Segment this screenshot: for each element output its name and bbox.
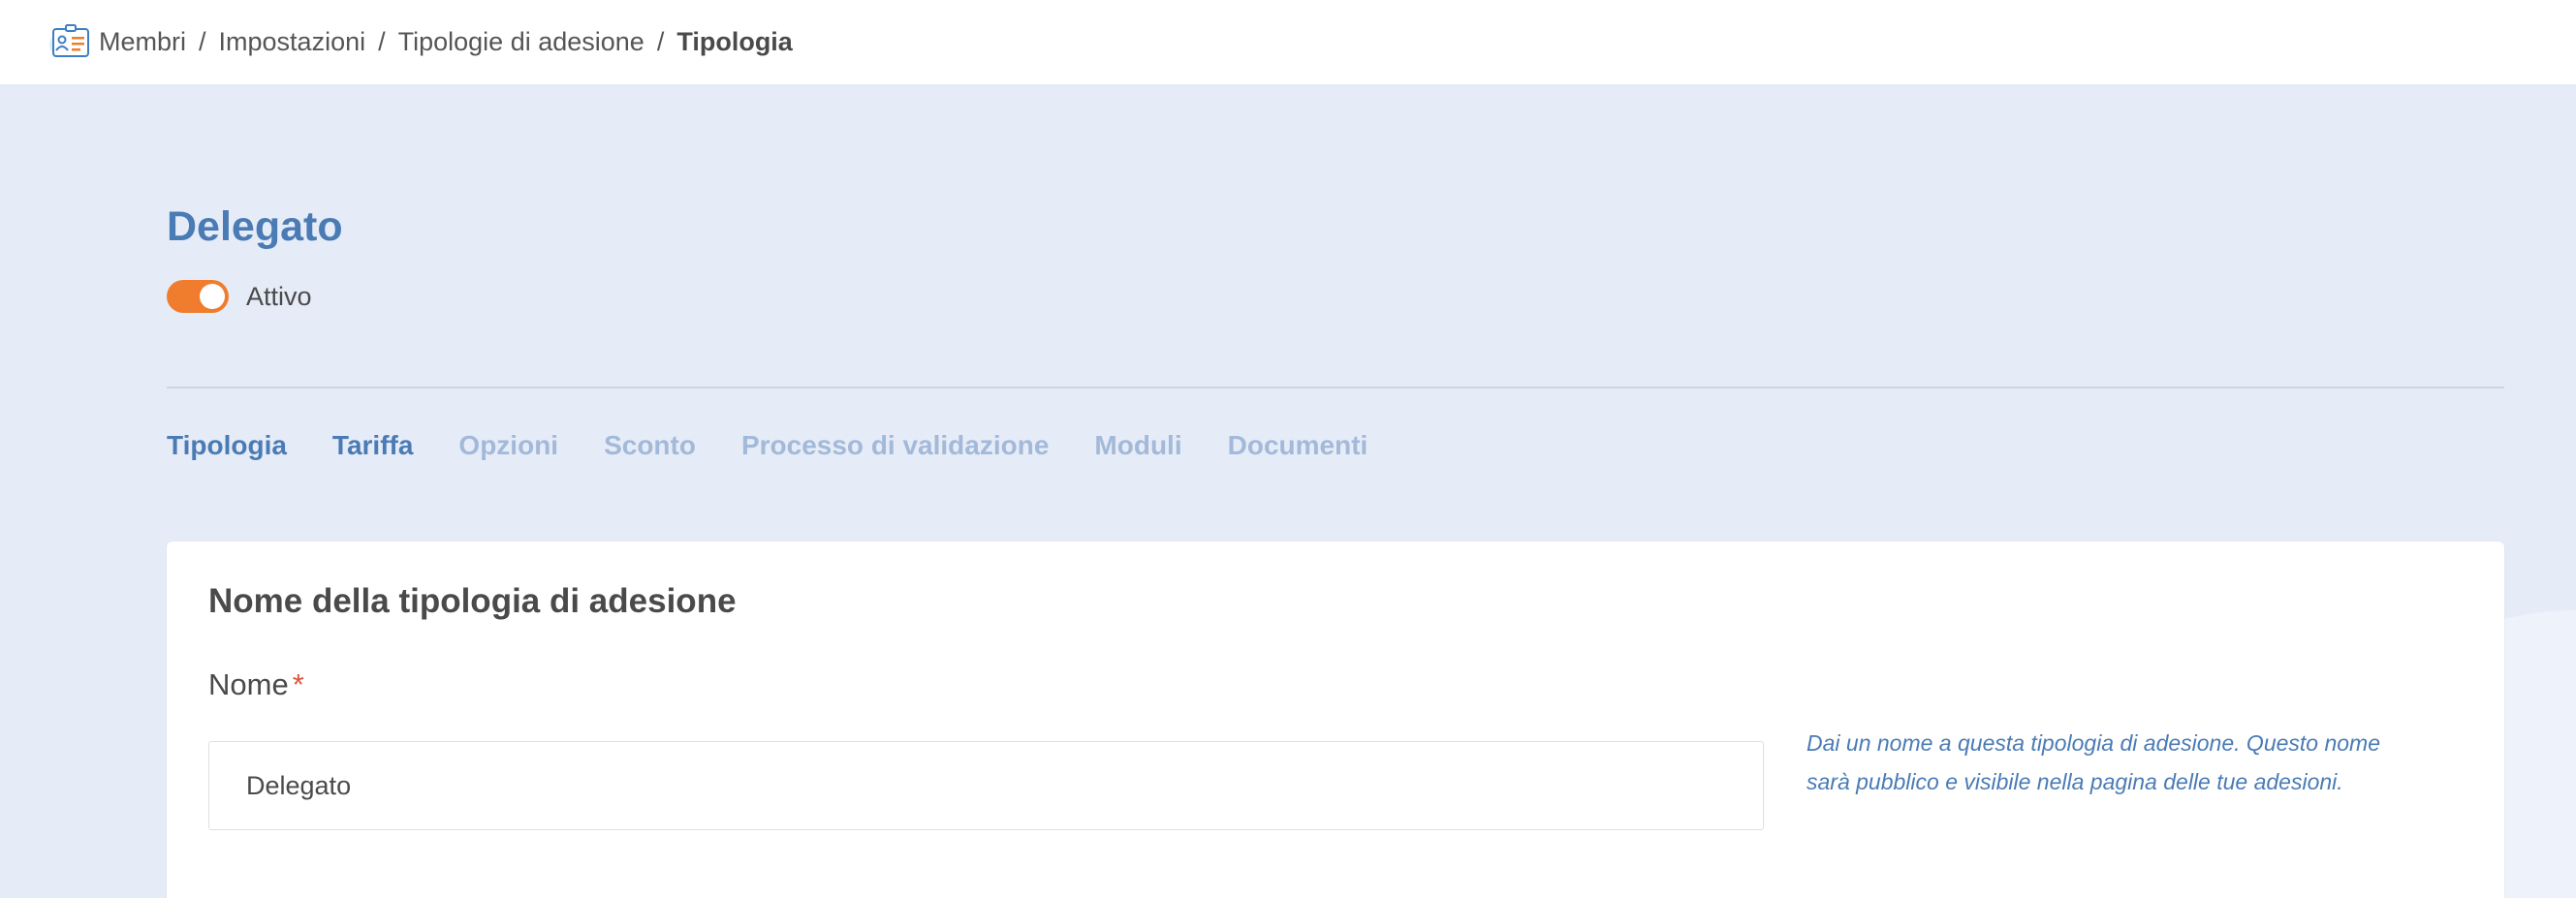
breadcrumb-tipologie-di-adesione[interactable]: Tipologie di adesione [398, 27, 644, 57]
status-row: Attivo [167, 280, 343, 313]
page-title: Delegato [167, 203, 343, 250]
name-input[interactable] [208, 741, 1764, 830]
member-card-icon [48, 20, 93, 65]
tab-tipologia[interactable]: Tipologia [167, 430, 287, 461]
required-marker: * [292, 667, 304, 701]
tab-opzioni[interactable]: Opzioni [458, 430, 558, 461]
tab-processo-di-validazione[interactable]: Processo di validazione [741, 430, 1049, 461]
breadcrumb-separator: / [378, 27, 386, 56]
active-toggle[interactable] [167, 280, 229, 313]
tab-sconto[interactable]: Sconto [604, 430, 696, 461]
breadcrumb-separator: / [656, 27, 665, 56]
tab-bar: Tipologia Tariffa Opzioni Sconto Process… [167, 430, 1413, 461]
membership-name-card: Nome della tipologia di adesione Nome * D… [167, 542, 2504, 898]
tab-documenti[interactable]: Documenti [1228, 430, 1368, 461]
breadcrumb-membri[interactable]: Membri [99, 27, 186, 57]
name-field-label: Nome * [208, 667, 304, 702]
tab-moduli[interactable]: Moduli [1094, 430, 1181, 461]
card-title: Nome della tipologia di adesione [208, 582, 737, 620]
tab-tariffa[interactable]: Tariffa [332, 430, 414, 461]
page-header: Delegato Attivo [167, 203, 343, 313]
divider [167, 387, 2504, 388]
breadcrumb-impostazioni[interactable]: Impostazioni [219, 27, 366, 57]
name-help-text: Dai un nome a questa tipologia di adesio… [1806, 730, 2381, 794]
name-label-text: Nome [208, 667, 289, 701]
top-bar: Membri / Impostazioni / Tipologie di ade… [0, 0, 2576, 85]
breadcrumb-current: Tipologia [676, 27, 793, 56]
status-label: Attivo [246, 281, 312, 311]
breadcrumb-separator: / [199, 27, 206, 56]
breadcrumb: Membri / Impostazioni / Tipologie di ade… [99, 27, 793, 57]
toggle-knob [200, 284, 225, 309]
